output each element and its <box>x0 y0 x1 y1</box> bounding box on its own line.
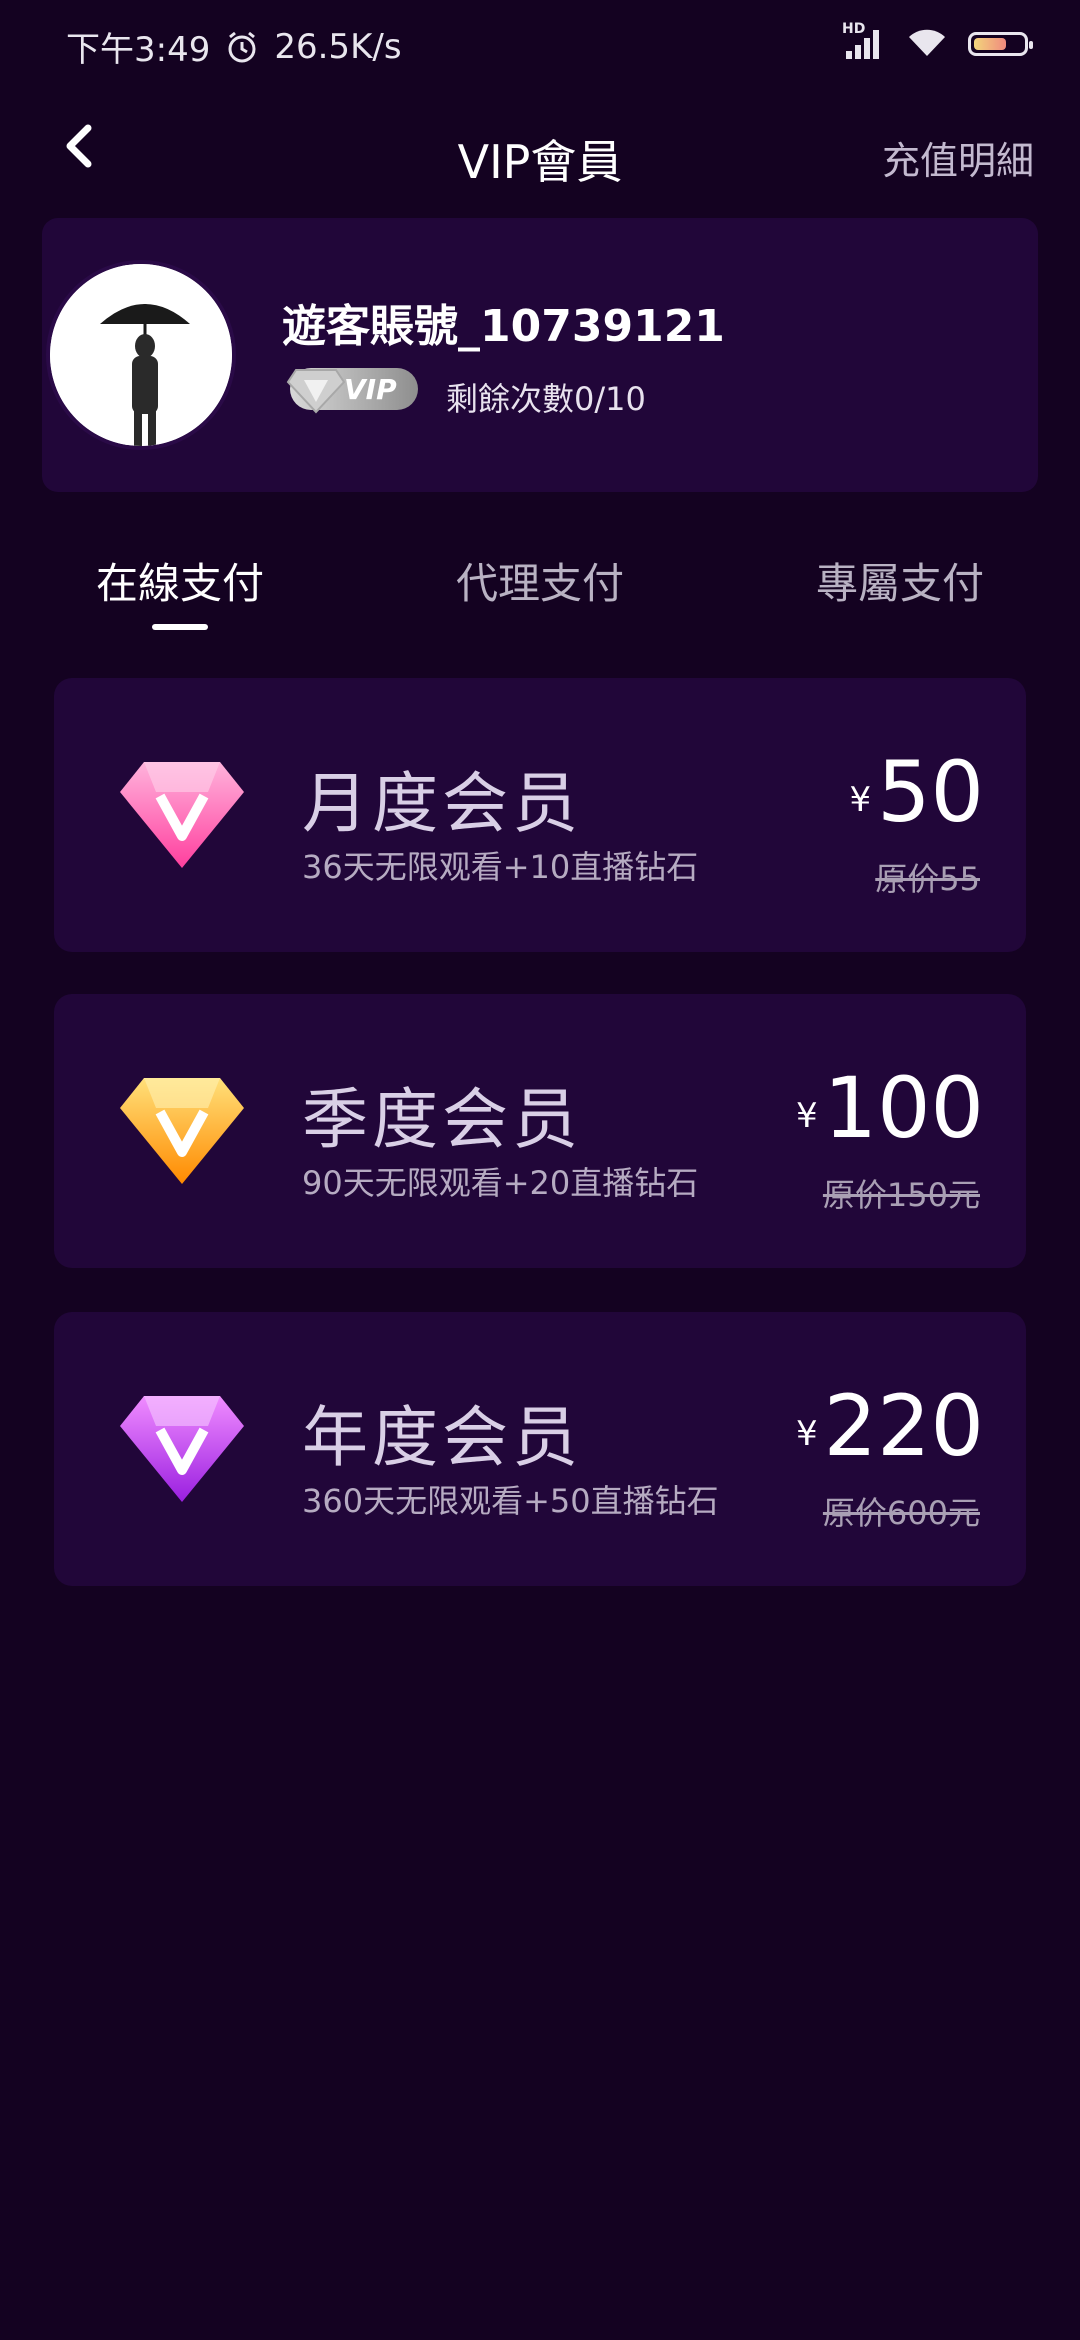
price-amount: 100 <box>823 1059 984 1157</box>
silver-diamond-icon <box>286 369 346 414</box>
plan-card-monthly[interactable]: 月度会员 36天无限观看+10直播钻石 ¥ 50 原价55 <box>54 678 1026 952</box>
tab-indicator <box>152 624 208 630</box>
status-time: 下午3:49 <box>66 30 211 70</box>
tab-agent-payment[interactable]: 代理支付 <box>420 550 660 611</box>
plan-price: ¥ 50 <box>849 750 984 834</box>
original-price: 原价55 <box>875 860 980 898</box>
price-amount: 50 <box>877 743 984 841</box>
battery-fill <box>974 38 1007 50</box>
username: 遊客賬號_10739121 <box>282 301 725 352</box>
status-right: HD <box>842 21 1033 62</box>
plan-name: 月度会员 <box>302 765 582 842</box>
pink-diamond-icon <box>118 756 246 872</box>
signal-icon: HD <box>842 21 886 61</box>
net-speed: 26.5K/s <box>274 26 402 67</box>
plan-card-yearly[interactable]: 年度会员 360天无限观看+50直播钻石 ¥ 220 原价600元 <box>54 1312 1026 1586</box>
battery-nub <box>1029 41 1033 49</box>
currency-symbol: ¥ <box>849 780 872 820</box>
currency-symbol: ¥ <box>796 1414 818 1454</box>
price-amount: 220 <box>823 1377 984 1475</box>
battery-icon <box>968 32 1033 56</box>
vip-badge: VIP <box>286 368 418 414</box>
header: VIP會員 充值明細 <box>0 96 1080 226</box>
plan-card-quarterly[interactable]: 季度会员 90天无限观看+20直播钻石 ¥ 100 原价150元 <box>54 994 1026 1268</box>
wifi-icon <box>906 26 948 62</box>
plan-desc: 360天无限观看+50直播钻石 <box>302 1482 719 1520</box>
status-bar: 下午3:49 26.5K/s HD <box>0 0 1080 96</box>
recharge-details-link[interactable]: 充值明細 <box>882 130 1034 185</box>
plan-desc: 90天无限观看+20直播钻石 <box>302 1164 699 1202</box>
plan-price: ¥ 100 <box>796 1066 984 1150</box>
status-left: 下午3:49 26.5K/s <box>66 22 402 71</box>
profile-card: 遊客賬號_10739121 VIP 剩餘次數0/10 <box>42 218 1038 492</box>
original-price: 原价150元 <box>822 1176 980 1214</box>
purple-diamond-icon <box>118 1390 246 1506</box>
original-price: 原价600元 <box>822 1494 980 1532</box>
plan-price: ¥ 220 <box>796 1384 984 1468</box>
plan-desc: 36天无限观看+10直播钻石 <box>302 848 699 886</box>
alarm-icon <box>224 29 260 65</box>
remaining-count: 剩餘次數0/10 <box>446 380 646 418</box>
tab-online-payment[interactable]: 在線支付 <box>60 550 300 611</box>
vip-badge-label: VIP <box>344 372 397 406</box>
payment-tabs: 在線支付 代理支付 專屬支付 <box>0 540 1080 640</box>
avatar[interactable] <box>46 260 236 450</box>
currency-symbol: ¥ <box>796 1096 818 1136</box>
umbrella-figure-icon <box>50 264 232 446</box>
plan-name: 季度会员 <box>302 1081 582 1158</box>
gold-diamond-icon <box>118 1072 246 1188</box>
tab-exclusive-payment[interactable]: 專屬支付 <box>780 550 1020 611</box>
plan-name: 年度会员 <box>302 1399 582 1476</box>
